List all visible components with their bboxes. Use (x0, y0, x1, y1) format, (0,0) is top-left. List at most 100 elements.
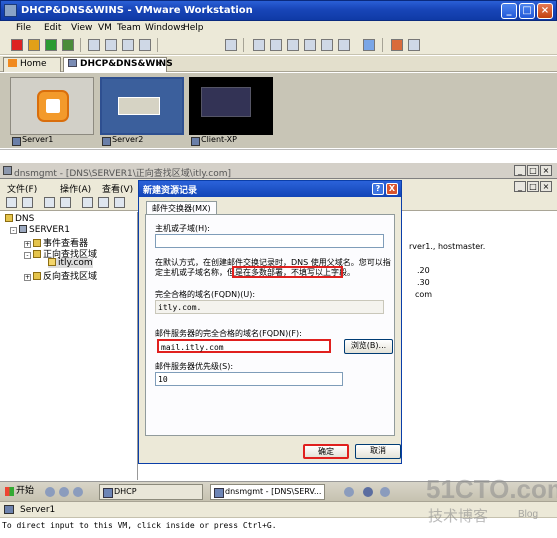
quick-launch-icon[interactable] (73, 487, 83, 497)
reset-icon[interactable] (62, 39, 74, 51)
tree-item-dns[interactable]: DNS (5, 214, 34, 224)
network-tray-icon[interactable] (344, 487, 354, 497)
thumbnail-server1[interactable]: Server1 (10, 77, 94, 147)
up-icon[interactable] (44, 197, 55, 208)
menu-windows[interactable]: Windows (145, 23, 185, 33)
thumbnail-label: Client-XP (189, 135, 273, 146)
guest-top-strip (0, 149, 557, 161)
dns-minimize-button[interactable]: _ (514, 165, 526, 176)
toolbar-separator (243, 38, 244, 52)
collapse-icon[interactable]: - (10, 227, 17, 234)
menu-team[interactable]: Team (117, 23, 141, 33)
dialog-titlebar: 新建资源记录 ? X (139, 181, 401, 197)
expand-icon[interactable]: + (24, 274, 31, 281)
tree-item-reverse-zones[interactable]: + 反向查找区域 (24, 269, 97, 282)
tree-item-itly-com[interactable]: itly.com (48, 258, 93, 268)
record-fragment: com (415, 290, 433, 299)
dns-menu-file[interactable]: 文件(F) (7, 182, 37, 195)
taskbar-item-dnsmgmt[interactable]: dnsmgmt - [DNS\SERV... (210, 484, 325, 500)
priority-input[interactable]: 10 (155, 372, 343, 386)
tab-mx[interactable]: 邮件交换器(MX) (146, 201, 217, 215)
collapse-icon[interactable]: - (24, 252, 31, 259)
summary-view-icon[interactable] (338, 39, 350, 51)
mail-server-input[interactable]: mail.itly.com (157, 339, 331, 353)
help-icon[interactable]: ? (372, 183, 384, 195)
folder-icon (33, 272, 41, 280)
mmc-icon (3, 166, 12, 175)
menu-edit[interactable]: Edit (44, 23, 61, 33)
dnsmgmt-title: dnsmgmt - [DNS\SERVER1\正向查找区域\itly.com] (14, 169, 231, 179)
dns-child-close-button[interactable]: × (540, 181, 552, 192)
host-label: 主机或子域(H): (155, 224, 210, 233)
start-button[interactable]: 开始 (4, 484, 38, 500)
vmware-toolbar (0, 36, 557, 55)
folder-icon (33, 250, 41, 258)
appliance-view-icon[interactable] (363, 39, 375, 51)
watermark-blog: Blog (518, 509, 539, 520)
properties-icon[interactable] (82, 197, 93, 208)
dns-maximize-button[interactable]: □ (527, 165, 539, 176)
dns-menu-action[interactable]: 操作(A) (60, 182, 91, 195)
thumbnail-label: Server1 (10, 135, 94, 146)
zone-icon (48, 258, 56, 266)
dialog-title: 新建资源记录 (143, 186, 198, 196)
minimize-button[interactable]: _ (501, 3, 517, 19)
cancel-button[interactable]: 取消 (355, 444, 401, 459)
record-fragment: rver1., hostmaster. (409, 242, 486, 251)
volume-tray-icon[interactable] (380, 487, 390, 497)
dns-close-button[interactable]: × (540, 165, 552, 176)
dns-child-restore-button[interactable]: □ (527, 181, 539, 192)
console-view-icon[interactable] (321, 39, 333, 51)
power-on-icon[interactable] (45, 39, 57, 51)
maximize-button[interactable]: □ (519, 3, 535, 19)
forward-icon[interactable] (22, 197, 33, 208)
clone-icon[interactable] (408, 39, 420, 51)
team-icon[interactable] (391, 39, 403, 51)
back-icon[interactable] (6, 197, 17, 208)
ie-icon[interactable] (59, 487, 69, 497)
ctrl-alt-del-icon[interactable] (88, 39, 100, 51)
sidebar-icon[interactable] (253, 39, 265, 51)
host-input[interactable] (155, 234, 384, 248)
full-screen-icon[interactable] (287, 39, 299, 51)
quick-switch-icon[interactable] (304, 39, 316, 51)
vm-status-name: Server1 (20, 505, 56, 515)
snapshot-icon[interactable] (105, 39, 117, 51)
menu-help[interactable]: Help (183, 23, 204, 33)
fqdn-label: 完全合格的域名(FQDN)(U): (155, 290, 256, 299)
menu-file[interactable]: File (16, 23, 31, 33)
help-tray-icon[interactable] (363, 487, 373, 497)
watermark-blog-cn: 技术博客 (428, 507, 489, 525)
browse-button[interactable]: 浏览(B)... (344, 339, 393, 354)
dns-child-minimize-button[interactable]: _ (514, 181, 526, 192)
menu-vm[interactable]: VM (98, 23, 112, 33)
thumbnail-bar-icon[interactable] (270, 39, 282, 51)
close-button[interactable]: × (537, 3, 553, 19)
suspend-icon[interactable] (28, 39, 40, 51)
show-tree-icon[interactable] (60, 197, 71, 208)
toolbar-separator (382, 38, 383, 52)
refresh-icon[interactable] (98, 197, 109, 208)
show-desktop-icon[interactable] (45, 487, 55, 497)
thumbnail-server2[interactable]: Server2 (100, 77, 184, 147)
revert-snapshot-icon[interactable] (122, 39, 134, 51)
watermark-logo: 51CTO.com (426, 474, 557, 504)
vmware-titlebar: DHCP&DNS&WINS - VMware Workstation _ □ × (0, 0, 557, 21)
close-tab-icon[interactable]: × (155, 59, 163, 69)
thumbnail-screen (189, 77, 273, 135)
tab-home[interactable]: Home (3, 57, 61, 72)
dns-menu-view[interactable]: 查看(V) (102, 182, 133, 195)
thumbnail-client-xp[interactable]: Client-XP (189, 77, 273, 147)
menu-view[interactable]: View (71, 23, 92, 33)
taskbar-item-dhcp[interactable]: DHCP (99, 484, 203, 500)
close-icon[interactable]: X (386, 183, 398, 195)
ok-button[interactable]: 确定 (303, 444, 349, 459)
thumbnail-screen (10, 77, 94, 135)
snapshot-manager-icon[interactable] (139, 39, 151, 51)
tab-dhcp-dns-wins[interactable]: DHCP&DNS&WINS × (63, 57, 173, 72)
record-icon[interactable] (225, 39, 237, 51)
tree-item-server1[interactable]: - SERVER1 (10, 225, 70, 235)
export-icon[interactable] (114, 197, 125, 208)
power-off-icon[interactable] (11, 39, 23, 51)
window-title: DHCP&DNS&WINS - VMware Workstation (21, 5, 253, 16)
